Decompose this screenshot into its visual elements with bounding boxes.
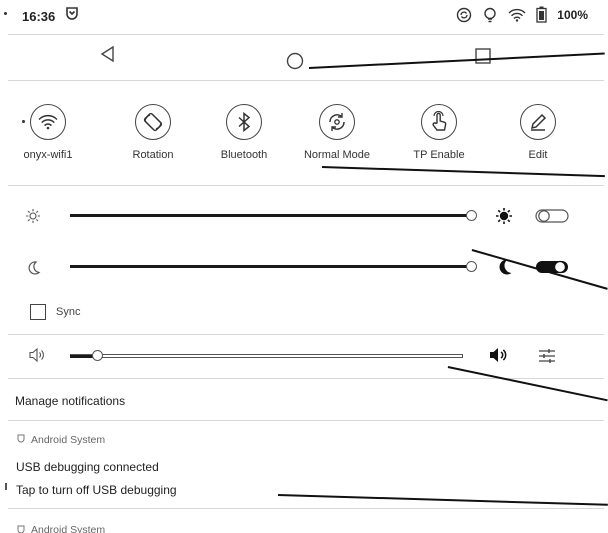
left-edge-dot (4, 12, 7, 15)
callout-line (471, 249, 608, 290)
speaker-filled-icon[interactable] (488, 346, 508, 369)
slider-knob[interactable] (92, 350, 103, 361)
tile-edit[interactable]: Edit (498, 104, 578, 161)
tile-label: TP Enable (413, 149, 465, 161)
android-system-icon (16, 524, 26, 533)
home-icon (286, 52, 304, 74)
sound-settings-icon[interactable] (538, 348, 556, 369)
divider (8, 34, 604, 35)
tile-label: Rotation (132, 149, 174, 161)
volume-slider[interactable] (70, 349, 466, 363)
status-time: 16:36 (22, 9, 56, 24)
back-button[interactable] (98, 44, 118, 69)
battery-icon (536, 6, 547, 23)
divider (8, 185, 604, 186)
lightbulb-icon (482, 7, 498, 23)
callout-line (321, 166, 605, 177)
home-button[interactable] (286, 52, 304, 75)
slider-knob[interactable] (466, 261, 477, 272)
android-system-icon (16, 433, 26, 451)
slider-track (70, 354, 463, 358)
sun-icon (25, 208, 41, 229)
battery-percent: 100% (557, 7, 588, 22)
sync-label: Sync (56, 306, 81, 318)
brightness-slider[interactable] (70, 209, 480, 223)
back-icon (98, 45, 118, 68)
sync-checkbox[interactable] (30, 304, 46, 320)
wifi-icon (30, 104, 66, 140)
notification-title: USB debugging connected (16, 460, 159, 474)
tile-label: Normal Mode (303, 149, 371, 161)
moon-icon (27, 260, 41, 281)
tile-bluetooth[interactable]: Bluetooth (204, 104, 284, 161)
notification-app-name: Android System (31, 434, 106, 446)
tile-label: Edit (528, 149, 548, 161)
touch-icon (421, 104, 457, 140)
slider-track (70, 214, 468, 217)
tile-tp-enable[interactable]: TP Enable (399, 104, 479, 161)
tile-label: Bluetooth (220, 149, 268, 161)
left-edge-marker (5, 483, 7, 490)
sun-filled-icon[interactable] (495, 207, 513, 230)
status-icons: 100% (456, 6, 588, 23)
notification-card[interactable]: Android System (8, 509, 598, 533)
notification-app-name: Android System (31, 524, 106, 533)
refresh-mode-icon (319, 104, 355, 140)
divider (8, 378, 604, 379)
brightness-toggle-icon[interactable] (535, 208, 569, 229)
tile-dot (22, 120, 25, 123)
manage-notifications-link[interactable]: Manage notifications (15, 394, 125, 408)
tile-rotation[interactable]: Rotation (113, 104, 193, 161)
callout-line (308, 52, 605, 69)
callout-line (447, 366, 608, 401)
divider (8, 80, 604, 81)
sync-status-icon (456, 7, 472, 23)
pocket-icon (64, 6, 80, 29)
divider (8, 334, 604, 335)
slider-progress (70, 354, 94, 358)
bluetooth-icon (226, 104, 262, 140)
notification-text: Tap to turn off USB debugging (16, 483, 177, 497)
pencil-icon (520, 104, 556, 140)
wifi-status-icon (508, 8, 526, 22)
tile-label: onyx-wifi1 (23, 149, 73, 161)
tile-wifi[interactable]: onyx-wifi1 (8, 104, 88, 161)
slider-knob[interactable] (466, 210, 477, 221)
tile-normal-mode[interactable]: Normal Mode (297, 104, 377, 161)
slider-track (70, 265, 468, 268)
speaker-icon (28, 347, 46, 368)
warm-light-slider[interactable] (70, 260, 480, 274)
notification-card[interactable]: Android System USB debugging connected T… (8, 421, 598, 505)
rotation-icon (135, 104, 171, 140)
recents-icon (474, 48, 492, 69)
